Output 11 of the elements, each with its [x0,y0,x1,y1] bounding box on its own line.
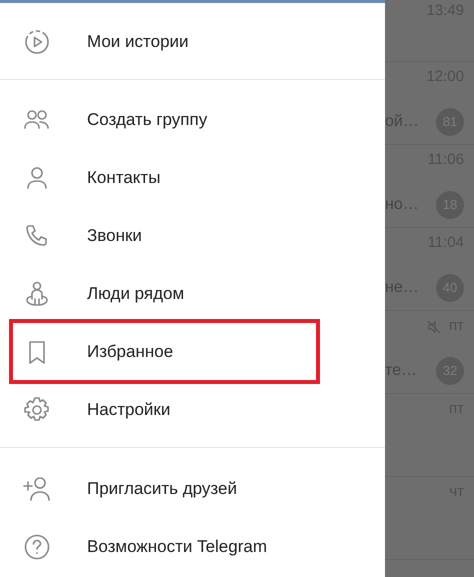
menu-item[interactable]: Создать группу [0,91,385,149]
menu-item[interactable]: Контакты [0,149,385,207]
help-icon [22,532,52,562]
menu-item[interactable]: Возможности Telegram [0,518,385,576]
stories-icon [22,27,52,57]
menu-item[interactable]: Звонки [0,207,385,265]
menu-item[interactable]: Мои истории [0,13,385,71]
menu-item[interactable]: Настройки [0,381,385,439]
menu-item[interactable]: Люди рядом [0,265,385,323]
menu-item[interactable]: Пригласить друзей [0,460,385,518]
menu-item[interactable]: Избранное [0,323,385,381]
